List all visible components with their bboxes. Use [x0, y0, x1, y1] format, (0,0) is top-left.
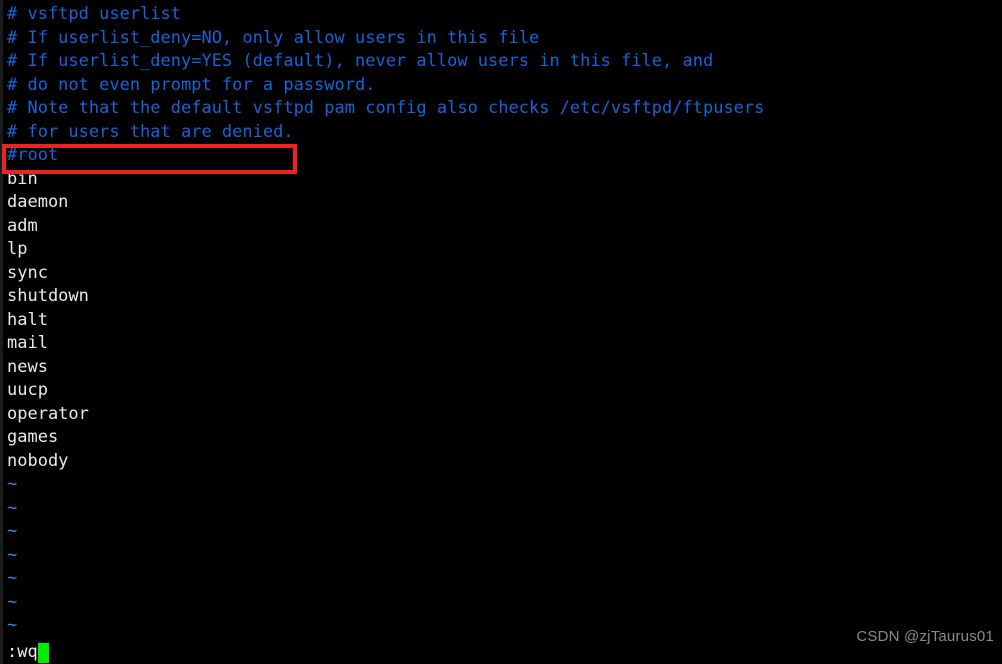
csdn-watermark: CSDN @zjTaurus01	[856, 627, 994, 645]
buffer-line[interactable]: # If userlist_deny=NO, only allow users …	[0, 27, 1002, 51]
buffer-line[interactable]: bin	[0, 168, 1002, 192]
buffer-line[interactable]: games	[0, 426, 1002, 450]
buffer-line[interactable]: lp	[0, 238, 1002, 262]
buffer-line[interactable]: nobody	[0, 450, 1002, 474]
buffer-line[interactable]: # do not even prompt for a password.	[0, 74, 1002, 98]
vim-empty-line-marker[interactable]: ~	[0, 473, 1002, 497]
vim-empty-line-marker[interactable]: ~	[0, 591, 1002, 615]
buffer-line[interactable]: daemon	[0, 191, 1002, 215]
buffer-line[interactable]: mail	[0, 332, 1002, 356]
buffer-line[interactable]: adm	[0, 215, 1002, 239]
vim-empty-line-marker[interactable]: ~	[0, 614, 1002, 638]
vim-buffer[interactable]: # vsftpd userlist # If userlist_deny=NO, …	[0, 3, 1002, 638]
buffer-line[interactable]: # for users that are denied.	[0, 121, 1002, 145]
buffer-line[interactable]: uucp	[0, 379, 1002, 403]
vim-command-text: :wq	[7, 641, 38, 662]
buffer-line[interactable]: # Note that the default vsftpd pam confi…	[0, 97, 1002, 121]
buffer-line[interactable]: operator	[0, 403, 1002, 427]
vim-empty-line-marker[interactable]: ~	[0, 544, 1002, 568]
buffer-line[interactable]: shutdown	[0, 285, 1002, 309]
vim-empty-line-marker[interactable]: ~	[0, 497, 1002, 521]
buffer-line[interactable]: # If userlist_deny=YES (default), never …	[0, 50, 1002, 74]
buffer-line[interactable]: # vsftpd userlist	[0, 3, 1002, 27]
terminal-screen[interactable]: # vsftpd userlist # If userlist_deny=NO, …	[0, 0, 1002, 664]
buffer-line[interactable]: news	[0, 356, 1002, 380]
text-cursor	[37, 642, 49, 663]
vim-empty-line-marker[interactable]: ~	[0, 520, 1002, 544]
vim-command-line[interactable]: :wq	[0, 641, 49, 664]
buffer-line[interactable]: #root	[0, 144, 1002, 168]
buffer-line[interactable]: halt	[0, 309, 1002, 333]
buffer-line[interactable]: sync	[0, 262, 1002, 286]
vim-empty-line-marker[interactable]: ~	[0, 567, 1002, 591]
